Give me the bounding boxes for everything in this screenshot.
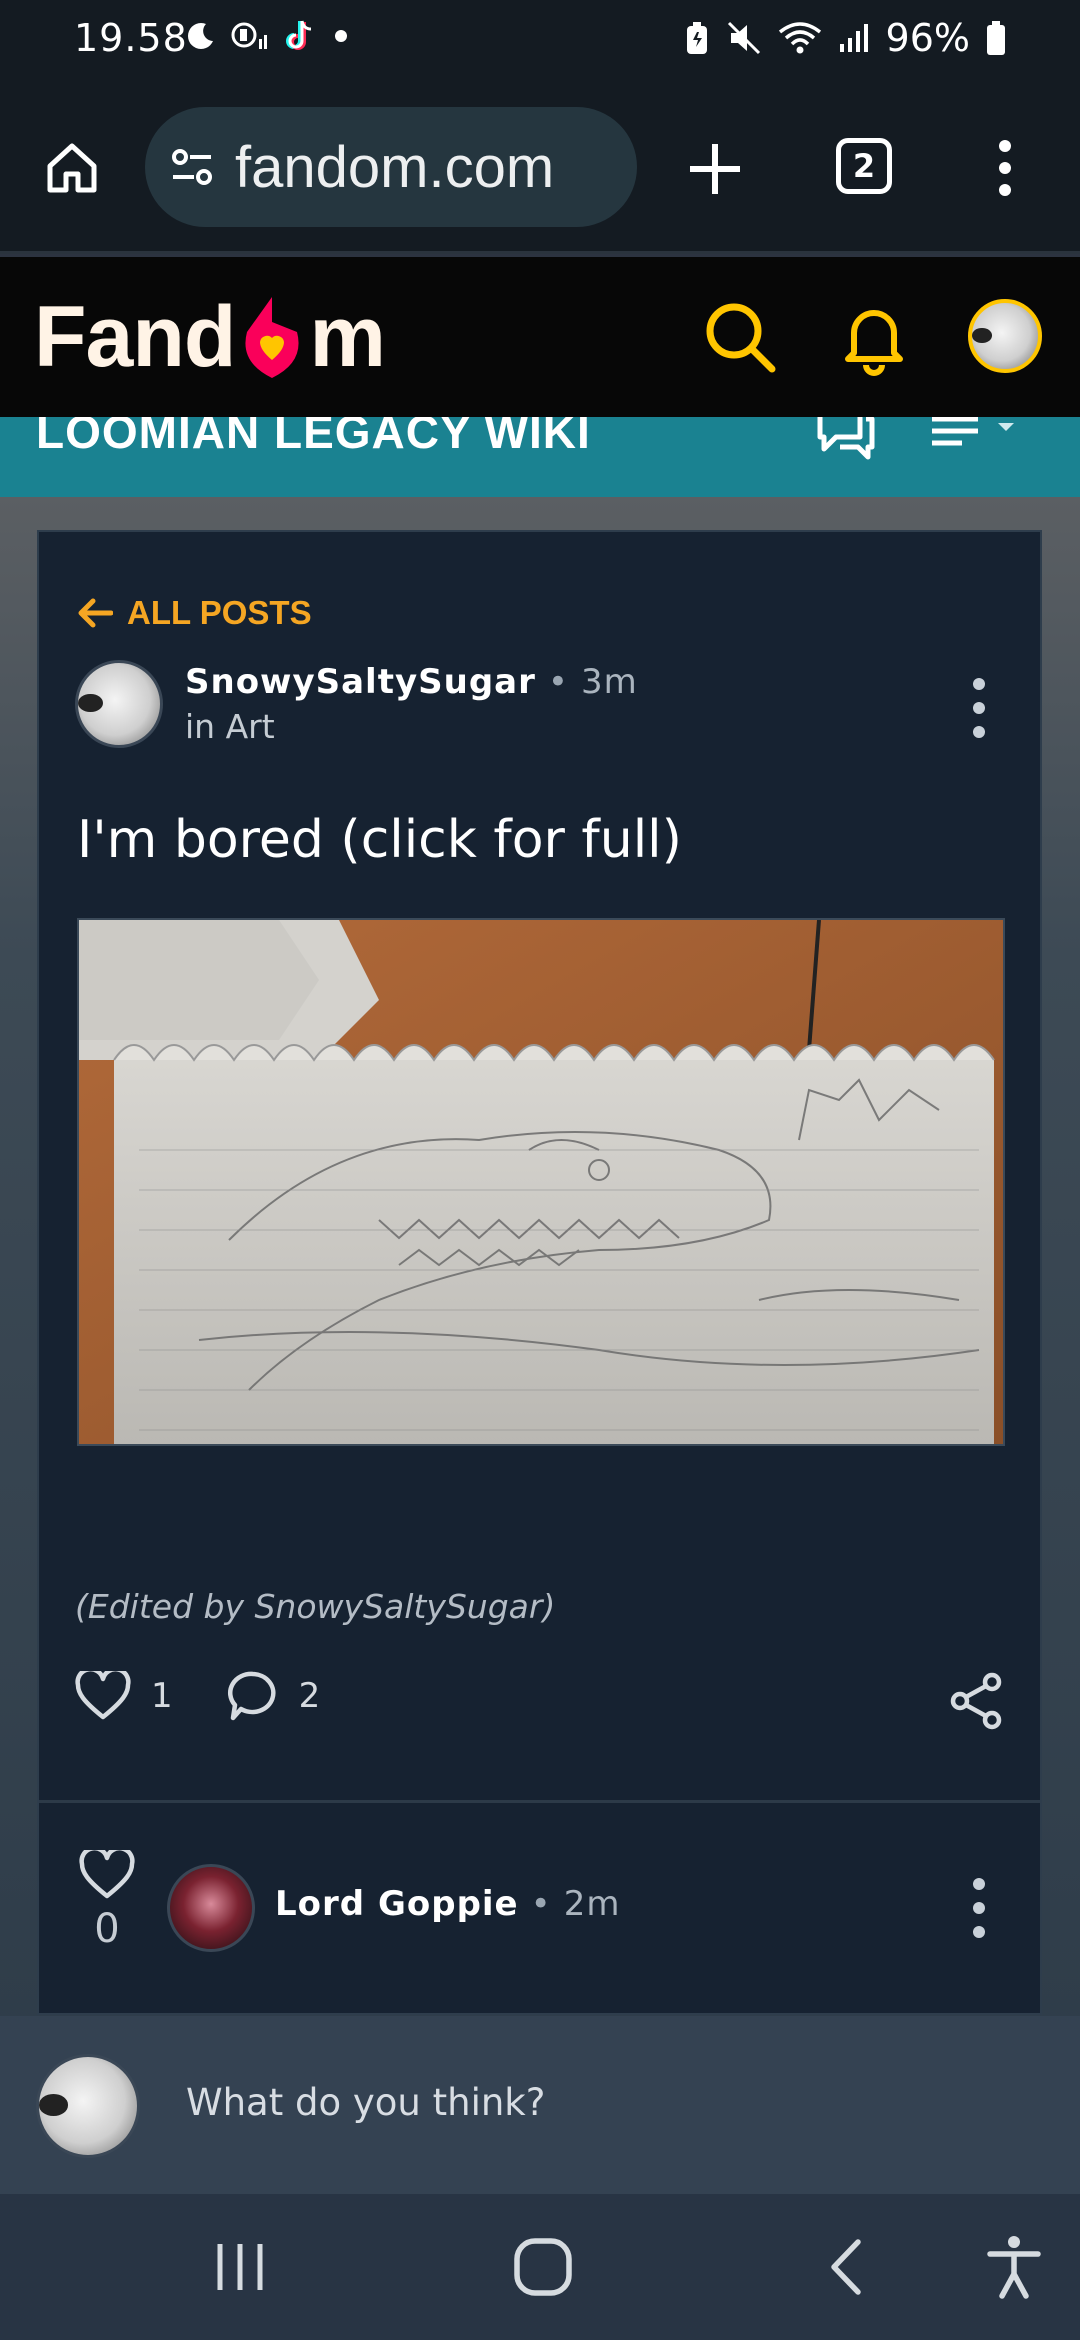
reply-time: 2m <box>563 1884 621 1924</box>
battery-saver-icon <box>686 22 707 54</box>
arrow-left-icon <box>78 598 113 628</box>
cell-signal-icon <box>839 24 868 52</box>
separator-dot: • <box>547 662 569 702</box>
site-settings-icon[interactable] <box>169 144 215 190</box>
battery-percent: 96% <box>885 16 970 60</box>
wiki-navigation-bar: LOOMIAN LEGACY WIKI <box>0 417 1080 497</box>
reply-like-count: 0 <box>94 1906 120 1952</box>
more-vert-icon[interactable] <box>990 138 1020 198</box>
reply-like-button[interactable]: 0 <box>75 1850 139 1952</box>
wiki-title[interactable]: LOOMIAN LEGACY WIKI <box>36 417 591 459</box>
comment-input-bar: What do you think? <box>0 2016 1080 2194</box>
reply-more-icon[interactable] <box>971 1878 987 1938</box>
user-avatar[interactable] <box>968 299 1042 373</box>
fandom-flame-icon <box>245 297 299 378</box>
status-bar: 19.58 96% <box>0 0 1080 82</box>
comment-button[interactable]: 2 <box>227 1670 321 1722</box>
bell-icon[interactable] <box>834 297 914 377</box>
accessibility-icon[interactable] <box>984 2232 1044 2302</box>
moon-icon <box>188 23 213 49</box>
tiktok-icon <box>286 20 312 50</box>
status-time: 19.58 <box>74 16 188 60</box>
url-text: fandom.com <box>235 134 555 200</box>
post-time: 3m <box>580 662 638 702</box>
mute-icon <box>727 21 760 55</box>
tab-count: 2 <box>852 147 876 185</box>
reply-author-avatar[interactable] <box>167 1864 255 1952</box>
author-name[interactable]: SnowySaltySugar <box>185 662 536 702</box>
tabs-button[interactable]: 2 <box>836 138 892 194</box>
comment-input[interactable]: What do you think? <box>186 2081 545 2124</box>
battery-icon <box>987 21 1005 55</box>
post-more-icon[interactable] <box>971 678 987 738</box>
fandom-logo[interactable]: Fand m <box>34 287 386 387</box>
status-icons-left <box>186 18 350 54</box>
plus-icon[interactable] <box>680 134 750 204</box>
heart-icon <box>75 1671 131 1720</box>
post-card: ALL POSTS SnowySaltySugar • 3m in Art I'm … <box>37 530 1042 2015</box>
signal-app-icon <box>231 22 267 49</box>
browser-toolbar: fandom.com 2 <box>0 82 1080 254</box>
address-bar[interactable]: fandom.com <box>145 107 637 227</box>
author-line: SnowySaltySugar • 3m <box>185 662 638 702</box>
status-icons-right: 96% <box>684 16 1006 60</box>
crocodile-drawing-image <box>79 920 1003 1444</box>
menu-icon[interactable] <box>926 417 1026 459</box>
back-icon[interactable] <box>818 2232 878 2302</box>
separator-dot: • <box>530 1884 552 1924</box>
current-user-avatar <box>36 2054 140 2158</box>
all-posts-link[interactable]: ALL POSTS <box>75 594 312 632</box>
comment-icon <box>227 1671 276 1721</box>
dot-icon <box>335 30 347 42</box>
heart-icon <box>79 1850 135 1899</box>
search-icon[interactable] <box>700 297 780 377</box>
home-icon[interactable] <box>42 138 102 198</box>
system-navigation-bar <box>0 2194 1080 2340</box>
reply-author-name[interactable]: Lord Goppie <box>275 1884 519 1924</box>
post-category[interactable]: in Art <box>185 707 275 746</box>
all-posts-label: ALL POSTS <box>127 594 312 631</box>
home-circle-icon[interactable] <box>508 2232 578 2302</box>
post-image[interactable] <box>77 918 1005 1446</box>
edited-note: (Edited by SnowySaltySugar) <box>75 1587 556 1626</box>
logo-text-left: Fand <box>34 288 236 385</box>
logo-text-right: m <box>309 288 385 385</box>
like-count: 1 <box>151 1676 173 1716</box>
recents-icon[interactable] <box>210 2232 270 2302</box>
comment-count: 2 <box>298 1676 321 1716</box>
share-icon[interactable] <box>948 1672 1006 1730</box>
post-title[interactable]: I'm bored (click for full) <box>77 810 682 870</box>
reply-author-line: Lord Goppie • 2m <box>275 1884 620 1924</box>
divider <box>39 1800 1040 1803</box>
fandom-header: Fand m <box>0 257 1080 417</box>
post-reactions: 1 2 <box>75 1670 356 1722</box>
like-button[interactable]: 1 <box>75 1671 173 1721</box>
discussions-icon[interactable] <box>814 417 878 461</box>
author-avatar[interactable] <box>75 660 163 748</box>
wifi-icon <box>778 22 821 54</box>
